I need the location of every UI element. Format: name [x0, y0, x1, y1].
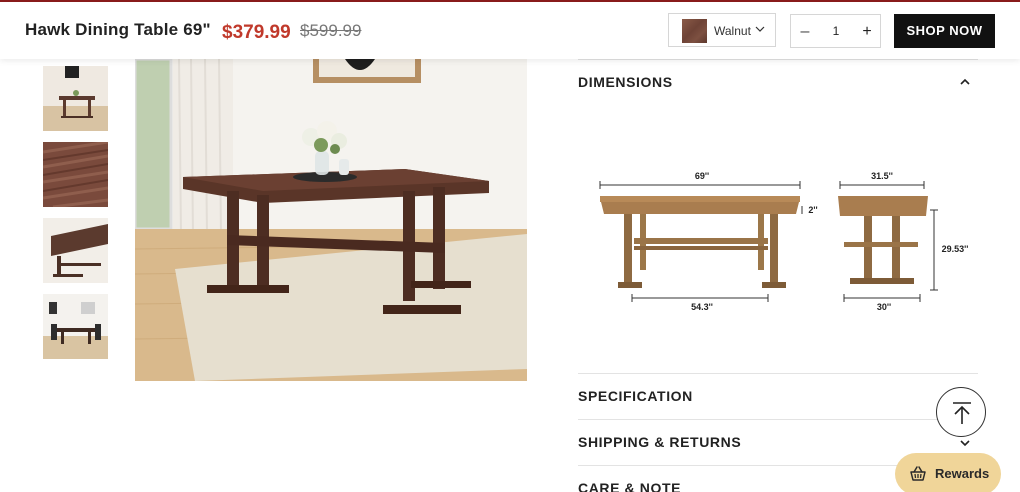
shop-now-button[interactable]: SHOP NOW — [894, 14, 995, 48]
dim-base-depth-label: 30'' — [877, 302, 891, 312]
scroll-to-top-button[interactable] — [936, 387, 986, 437]
specification-heading[interactable]: SPECIFICATION — [578, 388, 693, 404]
sale-price: $379.99 — [222, 22, 291, 43]
dim-base-length-label: 54.3'' — [691, 302, 713, 312]
quantity-value[interactable]: 1 — [823, 24, 849, 38]
accordion-divider — [578, 59, 978, 60]
gift-basket-icon — [910, 466, 926, 481]
chevron-down-icon — [755, 26, 765, 32]
sticky-product-bar: Hawk Dining Table 69" $379.99 $599.99 Wa… — [0, 2, 1020, 59]
product-title: Hawk Dining Table 69" — [25, 20, 211, 39]
dim-depth-label: 31.5'' — [871, 171, 893, 181]
dim-top-thickness-label: 2'' — [808, 205, 817, 215]
dim-height-label: 29.53'' — [942, 244, 969, 254]
variant-select[interactable]: Walnut — [668, 13, 776, 47]
shipping-returns-heading[interactable]: SHIPPING & RETURNS — [578, 434, 741, 450]
thumbnail-2[interactable] — [43, 142, 108, 207]
quantity-stepper: – 1 + — [790, 14, 881, 48]
arrow-up-icon — [953, 402, 971, 424]
variant-label: Walnut — [714, 24, 751, 38]
thumbnail-3[interactable] — [43, 218, 108, 283]
rewards-button[interactable]: Rewards — [895, 453, 1001, 492]
chevron-down-icon[interactable] — [959, 437, 971, 449]
accordion-divider — [578, 419, 978, 420]
quantity-decrease-button[interactable]: – — [796, 21, 814, 43]
dimensions-heading[interactable]: DIMENSIONS — [578, 74, 673, 90]
main-product-image[interactable] — [135, 59, 527, 381]
quantity-increase-button[interactable]: + — [858, 21, 876, 43]
thumbnail-1[interactable] — [43, 66, 108, 131]
rewards-label: Rewards — [935, 466, 990, 481]
original-price: $599.99 — [300, 21, 362, 40]
dimensions-diagram: 69'' 2'' 54.3'' 31.5'' 29.53'' 30'' — [578, 128, 978, 338]
accordion-divider — [578, 373, 978, 374]
dim-length-label: 69'' — [695, 171, 709, 181]
thumbnail-4[interactable] — [43, 294, 108, 359]
walnut-swatch — [682, 19, 707, 43]
care-note-heading[interactable]: CARE & NOTE — [578, 480, 681, 492]
chevron-up-icon[interactable] — [959, 76, 971, 88]
